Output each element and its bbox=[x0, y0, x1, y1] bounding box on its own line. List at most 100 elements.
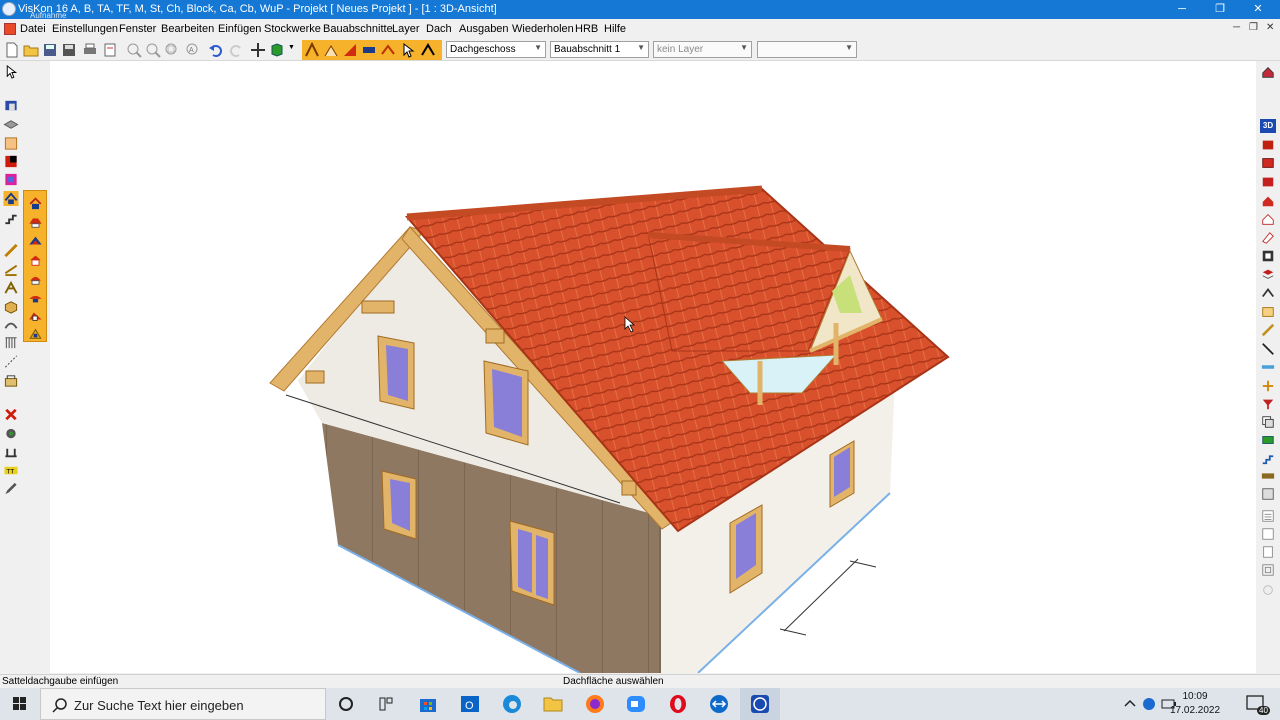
arch-icon[interactable] bbox=[3, 317, 19, 332]
roof-shed-icon[interactable] bbox=[28, 234, 43, 248]
wall-icon[interactable] bbox=[3, 98, 19, 113]
zoom-in-icon[interactable] bbox=[126, 42, 142, 58]
dormer-icon[interactable] bbox=[323, 42, 339, 58]
zoom-app-icon[interactable] bbox=[624, 692, 648, 716]
move-icon[interactable] bbox=[250, 42, 266, 58]
frame-view-icon[interactable] bbox=[1260, 563, 1276, 577]
page-view-icon[interactable] bbox=[1260, 545, 1276, 559]
slab-icon[interactable] bbox=[3, 117, 19, 132]
dimension-line-icon[interactable] bbox=[3, 354, 19, 369]
opera-icon[interactable] bbox=[666, 692, 690, 716]
floor-select[interactable]: Dachgeschoss ▼ bbox=[446, 41, 546, 58]
menu-einfuegen[interactable]: Einfügen bbox=[218, 23, 261, 35]
beam-icon[interactable] bbox=[3, 243, 19, 258]
outlook-icon[interactable]: O bbox=[458, 692, 482, 716]
text-tool-icon[interactable] bbox=[3, 373, 19, 388]
menu-stockwerke[interactable]: Stockwerke bbox=[264, 23, 321, 35]
gable-view-icon[interactable] bbox=[1260, 286, 1276, 300]
minimize-button[interactable]: ─ bbox=[1162, 0, 1202, 19]
save-all-icon[interactable] bbox=[61, 42, 77, 58]
eyebrow-dormer-icon[interactable] bbox=[28, 309, 43, 323]
taskbar-search-box[interactable]: Zur Suche Text hier eingeben bbox=[40, 688, 326, 720]
room-icon[interactable] bbox=[3, 172, 19, 187]
pointer-icon[interactable] bbox=[3, 65, 19, 80]
grid-view-icon[interactable] bbox=[1260, 469, 1276, 483]
section-icon[interactable] bbox=[361, 42, 377, 58]
file-explorer-icon[interactable] bbox=[541, 692, 565, 716]
delete-icon[interactable] bbox=[3, 407, 19, 422]
stair-icon[interactable] bbox=[3, 210, 19, 225]
store-icon[interactable] bbox=[416, 692, 440, 716]
app-icon[interactable] bbox=[2, 2, 16, 16]
list-view-icon[interactable] bbox=[1260, 509, 1276, 523]
export-view-icon[interactable] bbox=[1260, 433, 1276, 447]
edit-pencil-icon[interactable] bbox=[3, 481, 19, 496]
properties-icon[interactable] bbox=[3, 426, 19, 441]
taskbar-active-app[interactable] bbox=[740, 688, 780, 720]
cortana-icon[interactable] bbox=[334, 692, 358, 716]
tray-chevron-up-icon[interactable] bbox=[1122, 688, 1138, 720]
menu-bauabschnitte[interactable]: Bauabschnitte bbox=[323, 23, 393, 35]
menu-hrb[interactable]: HRB bbox=[575, 23, 598, 35]
undo-icon[interactable] bbox=[208, 42, 224, 58]
document-icon[interactable] bbox=[4, 23, 16, 35]
extra-select[interactable]: ▼ bbox=[757, 41, 857, 58]
beam-view-icon[interactable] bbox=[1260, 323, 1276, 337]
roof-mansard-icon[interactable] bbox=[28, 253, 43, 267]
menu-datei[interactable]: Datei bbox=[20, 23, 46, 35]
axis-view-icon[interactable] bbox=[1260, 379, 1276, 393]
house-view-icon[interactable] bbox=[1260, 212, 1276, 226]
menu-wiederholen[interactable]: Wiederholen bbox=[512, 23, 574, 35]
ghost-view-icon[interactable] bbox=[1260, 583, 1276, 597]
save-icon[interactable] bbox=[42, 42, 58, 58]
mdi-close-button[interactable]: ✕ bbox=[1266, 22, 1274, 33]
3d-view-badge[interactable]: 3D bbox=[1260, 119, 1276, 133]
teams-tray-icon[interactable] bbox=[1140, 688, 1158, 720]
task-view-icon[interactable] bbox=[374, 692, 398, 716]
taskbar-clock[interactable]: 10:09 17.02.2022 bbox=[1170, 690, 1220, 718]
firefox-icon[interactable] bbox=[583, 692, 607, 716]
line-view-icon[interactable] bbox=[1260, 342, 1276, 356]
roof-edit-icon[interactable] bbox=[420, 42, 436, 58]
print-preview-icon[interactable] bbox=[102, 42, 118, 58]
color-cube-icon[interactable] bbox=[269, 42, 285, 58]
windows-start-icon[interactable] bbox=[0, 688, 40, 720]
menu-fenster[interactable]: Fenster bbox=[119, 23, 156, 35]
roof-barrel-icon[interactable] bbox=[28, 272, 43, 286]
copy-view-icon[interactable] bbox=[1260, 415, 1276, 429]
elevation-icon[interactable] bbox=[1260, 175, 1276, 189]
zoom-out-icon[interactable] bbox=[145, 42, 161, 58]
rafter-icon[interactable] bbox=[304, 42, 320, 58]
redo-icon[interactable] bbox=[228, 42, 244, 58]
section-select[interactable]: Bauabschnitt 1 ▼ bbox=[550, 41, 649, 58]
ruler-view-icon[interactable] bbox=[1260, 360, 1276, 374]
gable-dormer-icon[interactable] bbox=[28, 291, 43, 305]
menu-bearbeiten[interactable]: Bearbeiten bbox=[161, 23, 214, 35]
close-button[interactable]: ✕ bbox=[1238, 0, 1278, 19]
menu-dach[interactable]: Dach bbox=[426, 23, 452, 35]
zoom-window-icon[interactable] bbox=[164, 42, 180, 58]
timber-block-icon[interactable] bbox=[3, 299, 19, 314]
label-icon[interactable]: TT bbox=[3, 463, 19, 478]
roof-plane-icon[interactable] bbox=[342, 42, 358, 58]
menu-hilfe[interactable]: Hilfe bbox=[604, 23, 626, 35]
opening-icon[interactable] bbox=[3, 154, 19, 169]
roof-hip-icon[interactable] bbox=[28, 215, 43, 229]
stair-view-icon[interactable] bbox=[1260, 451, 1276, 465]
select-pointer-icon[interactable] bbox=[400, 42, 416, 58]
menu-layer[interactable]: Layer bbox=[392, 23, 420, 35]
measure-icon[interactable] bbox=[3, 445, 19, 460]
menu-ausgaben[interactable]: Ausgaben bbox=[459, 23, 509, 35]
railing-icon[interactable] bbox=[3, 335, 19, 350]
menu-einstellungen[interactable]: Einstellungen bbox=[52, 23, 118, 35]
roof-tool-icon[interactable] bbox=[3, 191, 19, 206]
blank-view-icon[interactable] bbox=[1260, 527, 1276, 541]
filter-view-icon[interactable] bbox=[1260, 397, 1276, 411]
print-icon[interactable] bbox=[82, 42, 98, 58]
mdi-restore-button[interactable]: ❐ bbox=[1249, 22, 1258, 33]
erase-view-icon[interactable] bbox=[1260, 231, 1276, 245]
layer-view-icon[interactable] bbox=[1260, 267, 1276, 281]
purlin-icon[interactable] bbox=[3, 261, 19, 276]
open-folder-icon[interactable] bbox=[23, 42, 39, 58]
notification-center-icon[interactable] bbox=[1244, 688, 1268, 720]
